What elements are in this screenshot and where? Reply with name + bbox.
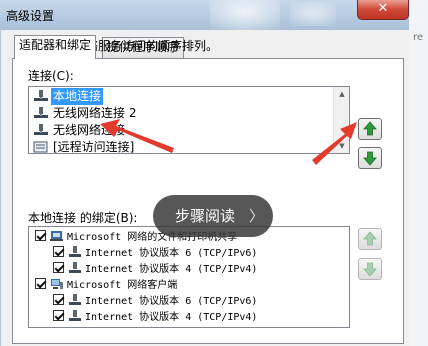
list-item[interactable]: [远程访问连接] xyxy=(33,139,136,154)
step-reading-button[interactable]: 步骤阅读 〉 xyxy=(153,195,273,237)
list-item-label: 无线网络连接 xyxy=(53,123,126,137)
protocol-icon xyxy=(69,262,81,273)
checkbox[interactable] xyxy=(53,262,64,273)
scroll-up-icon[interactable]: ▲ xyxy=(334,87,349,101)
binding-move-down-button[interactable] xyxy=(358,258,382,280)
network-adapter-icon xyxy=(34,90,48,101)
network-client-icon xyxy=(51,279,63,289)
protocol-icon xyxy=(69,246,81,257)
protocol-icon xyxy=(69,294,81,305)
list-item[interactable]: 无线网络连接 2 xyxy=(33,105,138,122)
checkbox[interactable] xyxy=(35,278,46,289)
glass-reflection xyxy=(210,0,280,30)
list-item-label: [远程访问连接] xyxy=(53,140,135,154)
wireless-adapter-icon xyxy=(34,124,48,135)
tab-label: 适配器和绑定 xyxy=(19,38,92,52)
file-printer-sharing-icon xyxy=(50,231,63,241)
green-down-arrow-icon xyxy=(363,151,377,166)
checkbox[interactable] xyxy=(35,230,46,241)
remote-access-icon xyxy=(33,141,48,153)
tree-item-label: Internet 协议版本 4 (TCP/IPv4) xyxy=(85,264,258,275)
list-scrollbar[interactable]: ▲ ▼ xyxy=(333,87,349,153)
tree-item-label: Internet 协议版本 6 (TCP/IPv6) xyxy=(85,296,258,307)
move-up-button[interactable] xyxy=(358,118,382,140)
title-bar: 高级设置 ✕ xyxy=(0,0,428,30)
tree-item[interactable]: Internet 协议版本 6 (TCP/IPv6) xyxy=(53,246,257,262)
down-arrow-icon xyxy=(363,262,377,277)
tree-item-label: Internet 协议版本 4 (TCP/IPv4) xyxy=(85,312,258,323)
up-arrow-icon xyxy=(363,231,377,246)
wireless-adapter-icon xyxy=(34,107,48,118)
checkbox[interactable] xyxy=(53,246,64,257)
background-window-edge: re xyxy=(409,0,428,346)
connections-label: 连接(C): xyxy=(28,69,74,83)
list-item[interactable]: 无线网络连接 xyxy=(33,122,127,139)
list-item-label: 本地连接 xyxy=(51,88,104,105)
protocol-icon xyxy=(69,310,81,321)
tree-item-label: Microsoft 网络客户端 xyxy=(67,280,178,291)
tree-item[interactable]: Internet 协议版本 4 (TCP/IPv4) xyxy=(53,310,257,326)
tree-item-label: Internet 协议版本 6 (TCP/IPv6) xyxy=(85,248,258,259)
tree-item[interactable]: Internet 协议版本 4 (TCP/IPv4) xyxy=(53,262,257,278)
close-icon: ✕ xyxy=(377,1,389,16)
window-title: 高级设置 xyxy=(6,9,55,23)
checkbox[interactable] xyxy=(53,294,64,305)
background-text-fragment: re xyxy=(413,32,424,43)
bindings-tree[interactable]: Microsoft 网络的文件和打印机共享 Internet 协议版本 6 (T… xyxy=(28,226,350,328)
connections-list[interactable]: 本地连接 无线网络连接 2 无线网络连接 [远程访问连接] ▲ ▼ xyxy=(28,86,350,154)
tree-item[interactable]: Internet 协议版本 6 (TCP/IPv6) xyxy=(53,294,257,310)
step-reading-label: 步骤阅读 xyxy=(175,207,236,225)
move-down-button[interactable] xyxy=(358,147,382,169)
scroll-down-icon[interactable]: ▼ xyxy=(334,139,349,153)
glass-reflection xyxy=(290,2,336,26)
green-up-arrow-icon xyxy=(363,121,377,136)
chevron-right-icon: 〉 xyxy=(249,207,265,225)
bindings-label: 本地连接 的绑定(B): xyxy=(28,211,138,225)
list-item[interactable]: 本地连接 xyxy=(33,88,104,105)
binding-move-up-button[interactable] xyxy=(358,228,382,250)
checkbox[interactable] xyxy=(53,310,64,321)
close-button[interactable]: ✕ xyxy=(357,0,409,20)
list-item-label: 无线网络连接 2 xyxy=(53,106,137,120)
tree-item[interactable]: Microsoft 网络客户端 xyxy=(35,278,177,294)
tab-adapters-bindings[interactable]: 适配器和绑定 xyxy=(14,35,97,59)
